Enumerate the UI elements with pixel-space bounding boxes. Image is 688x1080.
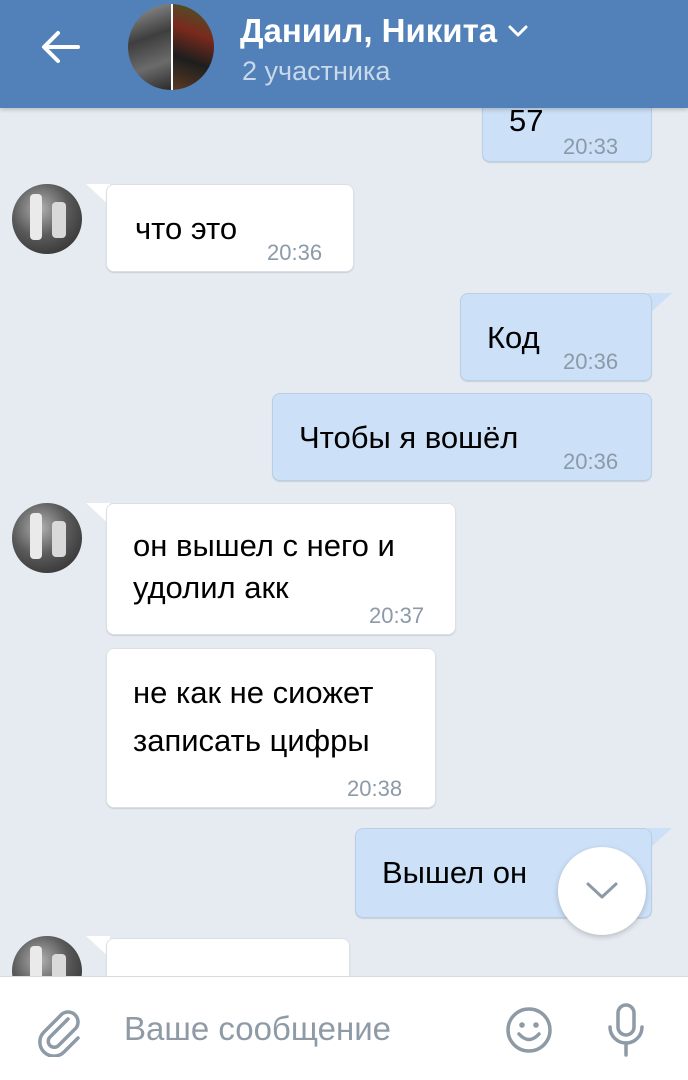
sender-avatar[interactable] (12, 184, 82, 254)
message-text: вышел (133, 961, 231, 976)
emoji-button[interactable] (504, 1005, 554, 1055)
message-time: 20:36 (563, 449, 619, 474)
message-outgoing[interactable]: Код 20:36 (460, 293, 652, 381)
message-time: 20:36 (267, 240, 323, 265)
message-text: что это (135, 211, 238, 246)
voice-record-button[interactable] (604, 1001, 648, 1059)
message-text-line-2: удолил акк (133, 570, 289, 605)
smiley-icon (506, 1007, 552, 1053)
sender-avatar[interactable] (12, 503, 82, 573)
arrow-left-icon (42, 31, 80, 63)
message-text: 57 (509, 108, 544, 138)
message-time: 20:33 (563, 134, 619, 159)
avatar-participant-1 (128, 4, 171, 90)
message-incoming[interactable]: что это 20:36 (106, 184, 354, 272)
message-text-line-1: не как не сиожет (133, 675, 374, 710)
message-text-line-2: записать цифры (133, 723, 370, 758)
message-composer (0, 976, 688, 1080)
paperclip-icon (38, 1010, 80, 1058)
message-time: 20:37 (369, 603, 425, 628)
message-text: Вышел он (382, 855, 528, 890)
message-incoming[interactable]: вышел (106, 938, 350, 976)
chat-title: Даниил, Никита (240, 12, 498, 49)
message-outgoing[interactable]: Чтобы я вошёл 20:36 (272, 393, 652, 481)
message-incoming[interactable]: он вышел с него и удолил акк 20:37 (106, 503, 456, 635)
chat-subtitle: 2 участника (242, 56, 391, 86)
chat-title-button[interactable]: Даниил, Никита (240, 12, 529, 50)
chat-avatar[interactable] (128, 4, 214, 90)
chevron-down-icon (586, 882, 618, 899)
message-text: Код (487, 320, 540, 355)
message-text-line-1: он вышел с него и (133, 528, 395, 563)
message-outgoing[interactable]: 57 20:33 (482, 108, 652, 162)
back-button[interactable] (30, 22, 90, 72)
message-time: 20:38 (347, 776, 403, 801)
sender-avatar[interactable] (12, 936, 82, 976)
scroll-to-bottom-button[interactable] (558, 847, 646, 935)
message-time: 20:36 (563, 349, 619, 374)
message-list[interactable]: 57 20:33 что это 20:36 Код 20:36 Чтобы я… (0, 108, 688, 976)
chat-header: Даниил, Никита 2 участника (0, 0, 688, 108)
microphone-icon (608, 1003, 644, 1057)
attach-button[interactable] (34, 1005, 86, 1058)
message-incoming[interactable]: не как не сиожет записать цифры 20:38 (106, 648, 436, 808)
chevron-down-icon (508, 25, 528, 37)
message-text: Чтобы я вошёл (299, 420, 519, 455)
avatar-participant-2 (171, 4, 214, 90)
message-input[interactable] (124, 999, 484, 1059)
